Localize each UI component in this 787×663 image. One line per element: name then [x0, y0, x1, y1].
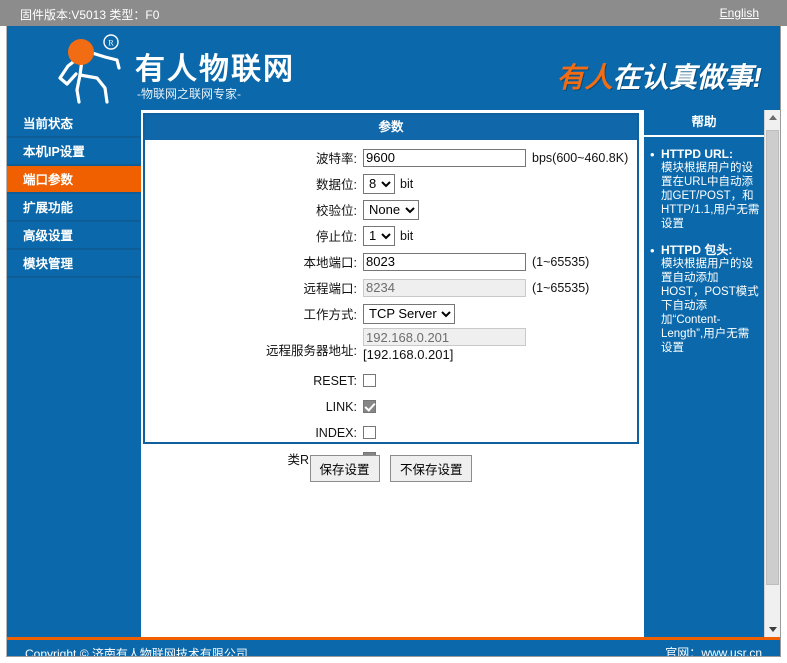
help-item-title: HTTPD 包头:: [661, 243, 733, 257]
bullet-icon: •: [650, 147, 655, 162]
svg-text:R: R: [108, 39, 114, 48]
local-port-label: 本地端口:: [303, 256, 357, 270]
help-item-title: HTTPD URL:: [661, 147, 733, 161]
site-footer: Copyright © 济南有人物联网技术有限公司 官网：www.usr.cn …: [7, 637, 780, 657]
row-link: LINK:: [145, 395, 637, 418]
row-index: INDEX:: [145, 421, 637, 444]
local-port-input[interactable]: [363, 252, 526, 271]
scroll-down-arrow-icon[interactable]: [765, 621, 780, 637]
firmware-version-text: 固件版本:V5013 类型：F0: [20, 8, 160, 22]
browser-page: 固件版本:V5013 类型：F0 English R 有人物联网 -物联网之联网…: [0, 0, 787, 663]
stopbits-select[interactable]: 1: [363, 225, 395, 246]
work-mode-select[interactable]: TCP Server: [363, 303, 455, 324]
baudrate-input[interactable]: [363, 148, 526, 167]
row-remote-port: 远程端口: (1~65535): [145, 276, 637, 299]
copyright-text: Copyright © 济南有人物联网技术有限公司: [25, 647, 248, 657]
stopbits-unit: bit: [400, 228, 414, 243]
help-body: • HTTPD URL: 模块根据用户的设置在URL中自动添加GET/POST，…: [644, 137, 764, 355]
logo-head: [68, 39, 94, 65]
local-port-hint: (1~65535): [532, 254, 590, 269]
work-mode-label: 工作方式:: [303, 308, 357, 322]
help-title: 帮助: [644, 110, 764, 137]
panel-title: 参数: [145, 115, 637, 140]
sidebar: 当前状态 本机IP设置 端口参数 扩展功能 高级设置 模块管理: [7, 110, 141, 637]
slogan-accent: 有人: [556, 62, 613, 93]
official-site-url[interactable]: www.usr.cn: [701, 646, 762, 656]
bullet-icon: •: [650, 243, 655, 258]
server-address-label: 远程服务器地址:: [266, 344, 357, 358]
row-stopbits: 停止位: 1 bit: [145, 224, 637, 247]
status-topbar: 固件版本:V5013 类型：F0 English: [0, 0, 787, 26]
form-buttons: 保存设置 不保存设置: [143, 455, 639, 482]
help-panel: 帮助 • HTTPD URL: 模块根据用户的设置在URL中自动添加GET/PO…: [644, 110, 764, 637]
parity-label: 校验位:: [316, 204, 357, 218]
row-baudrate: 波特率: bps(600~460.8K): [145, 146, 637, 169]
stopbits-label: 停止位:: [316, 230, 357, 244]
help-item-text: 模块根据用户的设置在URL中自动添加GET/POST，和HTTP/1.1,用户无…: [661, 162, 760, 230]
parameters-panel: 参数 波特率: bps(600~460.8K) 数据位: 8: [143, 113, 639, 467]
topbar-inner: 固件版本:V5013 类型：F0 English: [6, 1, 781, 26]
baudrate-label: 波特率:: [316, 152, 357, 166]
index-checkbox[interactable]: [363, 426, 376, 439]
sidebar-item-module-management[interactable]: 模块管理: [7, 250, 141, 278]
reset-checkbox[interactable]: [363, 374, 376, 387]
row-databits: 数据位: 8 bit: [145, 172, 637, 195]
page-frame: R 有人物联网 -物联网之联网专家- 有人在认真做事! 当前状态 本机IP设置 …: [6, 26, 781, 657]
row-reset: RESET:: [145, 369, 637, 392]
help-item-httpd-header: • HTTPD 包头: 模块根据用户的设置自动添加HOST，POST模式下自动添…: [648, 243, 760, 355]
help-item-text: 模块根据用户的设置自动添加HOST，POST模式下自动添加“Content-Le…: [661, 258, 759, 354]
save-settings-button[interactable]: 保存设置: [309, 455, 380, 482]
remote-port-input[interactable]: [363, 278, 526, 297]
brand-name: 有人物联网: [135, 53, 295, 86]
databits-select[interactable]: 8: [363, 173, 395, 194]
sidebar-item-port-parameters[interactable]: 端口参数: [7, 166, 141, 194]
databits-label: 数据位:: [316, 178, 357, 192]
brand-tagline: -物联网之联网专家-: [137, 87, 241, 101]
scrollbar-thumb[interactable]: [766, 130, 779, 585]
row-work-mode: 工作方式: TCP Server: [145, 302, 637, 325]
sidebar-item-local-ip-config[interactable]: 本机IP设置: [7, 138, 141, 166]
baudrate-hint: bps(600~460.8K): [532, 150, 629, 165]
language-english-link[interactable]: English: [720, 6, 759, 20]
server-address-input[interactable]: [363, 328, 526, 346]
official-site: 官网：www.usr.cn: [665, 644, 762, 657]
slogan-rest: 在认真做事!: [612, 62, 762, 93]
official-site-label: 官网：: [665, 646, 702, 657]
scroll-up-arrow-icon[interactable]: [765, 110, 780, 126]
reset-label: RESET:: [313, 373, 357, 388]
parity-select[interactable]: None: [363, 199, 419, 220]
body-area: 当前状态 本机IP设置 端口参数 扩展功能 高级设置 模块管理 参数 波特率:: [7, 110, 780, 637]
sidebar-item-extended-functions[interactable]: 扩展功能: [7, 194, 141, 222]
remote-port-hint: (1~65535): [532, 280, 590, 295]
databits-unit: bit: [400, 176, 414, 191]
link-label: LINK:: [325, 399, 357, 414]
main-content: 参数 波特率: bps(600~460.8K) 数据位: 8: [141, 110, 644, 637]
sidebar-item-current-status[interactable]: 当前状态: [7, 110, 141, 138]
index-label: INDEX:: [315, 425, 357, 440]
vertical-scrollbar[interactable]: [764, 110, 780, 637]
server-address-note: [192.168.0.201]: [363, 347, 454, 362]
sidebar-item-advanced-settings[interactable]: 高级设置: [7, 222, 141, 250]
header-slogan: 有人在认真做事!: [557, 56, 762, 96]
row-server-address: 远程服务器地址: [192.168.0.201]: [145, 328, 637, 366]
sidebar-menu: 当前状态 本机IP设置 端口参数 扩展功能 高级设置 模块管理: [7, 110, 141, 278]
help-item-httpd-url: • HTTPD URL: 模块根据用户的设置在URL中自动添加GET/POST，…: [648, 147, 760, 231]
row-parity: 校验位: None: [145, 198, 637, 221]
server-address-column: [192.168.0.201]: [363, 328, 526, 362]
link-checkbox[interactable]: [363, 400, 376, 413]
cancel-settings-button[interactable]: 不保存设置: [389, 455, 473, 482]
remote-port-label: 远程端口:: [303, 282, 357, 296]
site-header: R 有人物联网 -物联网之联网专家- 有人在认真做事!: [7, 26, 780, 110]
parameters-form: 波特率: bps(600~460.8K) 数据位: 8 bit: [145, 140, 637, 470]
row-local-port: 本地端口: (1~65535): [145, 250, 637, 273]
